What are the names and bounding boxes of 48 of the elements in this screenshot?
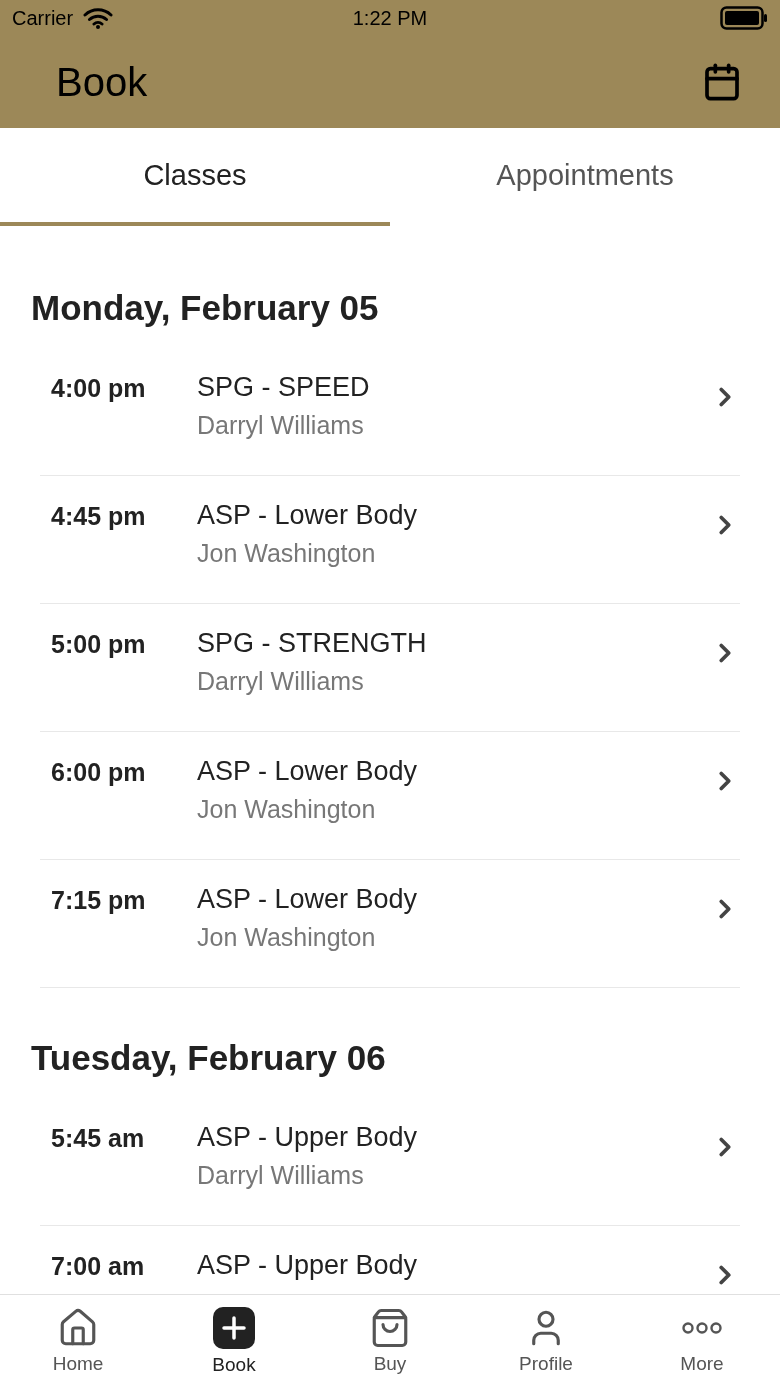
class-name: SPG - STRENGTH (197, 628, 428, 659)
plus-icon (212, 1306, 256, 1350)
class-time: 7:15 pm (51, 886, 147, 915)
battery-icon (720, 6, 768, 30)
class-time: 4:00 pm (51, 374, 147, 403)
class-time: 4:45 pm (51, 502, 147, 531)
day-heading: Monday, February 05 (31, 288, 380, 328)
instructor-name: Darryl Williams (197, 411, 365, 440)
nav-item[interactable]: Profile (468, 1295, 624, 1387)
nav-label: Profile (519, 1353, 573, 1375)
class-name: SPG - SPEED (197, 372, 371, 403)
instructor-name: Jon Washington (197, 795, 377, 824)
nav-item[interactable]: Buy (312, 1295, 468, 1387)
class-time: 6:00 pm (51, 758, 147, 787)
class-row[interactable]: 5:00 pm SPG - STRENGTH Darryl Williams (40, 604, 740, 732)
class-row[interactable]: 5:45 am ASP - Upper Body Darryl Williams (40, 1098, 740, 1226)
class-name: ASP - Lower Body (197, 756, 419, 787)
nav-label: Buy (373, 1353, 407, 1375)
carrier-label: Carrier (12, 6, 74, 30)
class-name: ASP - Lower Body (197, 500, 419, 531)
class-time: 5:45 am (51, 1124, 146, 1153)
instructor-name: Darryl Williams (197, 667, 365, 696)
class-name: ASP - Upper Body (197, 1250, 419, 1281)
nav-label: Book (212, 1354, 256, 1376)
wifi-icon (83, 7, 114, 29)
class-row[interactable]: 4:00 pm SPG - SPEED Darryl Williams (40, 348, 740, 476)
more-icon (681, 1321, 723, 1335)
tab[interactable]: Appointments (390, 128, 780, 226)
status-time: 1:22 PM (352, 6, 428, 30)
nav-item[interactable]: Home (0, 1295, 156, 1387)
nav-label: Home (52, 1353, 104, 1375)
instructor-name: Jon Washington (197, 923, 377, 952)
class-name: ASP - Lower Body (197, 884, 419, 915)
nav-label: More (680, 1353, 724, 1375)
class-row[interactable]: 4:45 pm ASP - Lower Body Jon Washington (40, 476, 740, 604)
page-title: Book (56, 59, 148, 105)
class-name: ASP - Upper Body (197, 1122, 419, 1153)
class-time: 5:00 pm (51, 630, 147, 659)
day-heading: Tuesday, February 06 (31, 1038, 387, 1078)
calendar-icon[interactable] (702, 62, 742, 102)
class-row[interactable]: 7:15 pm ASP - Lower Body Jon Washington (40, 860, 740, 988)
nav-item[interactable]: More (624, 1295, 780, 1387)
instructor-name: Jon Washington (197, 539, 377, 568)
class-time: 7:00 am (51, 1252, 146, 1281)
class-row[interactable]: 6:00 pm ASP - Lower Body Jon Washington (40, 732, 740, 860)
tab[interactable]: Classes (0, 128, 390, 226)
nav-item[interactable]: Book (156, 1295, 312, 1387)
instructor-name: Darryl Williams (197, 1161, 365, 1190)
